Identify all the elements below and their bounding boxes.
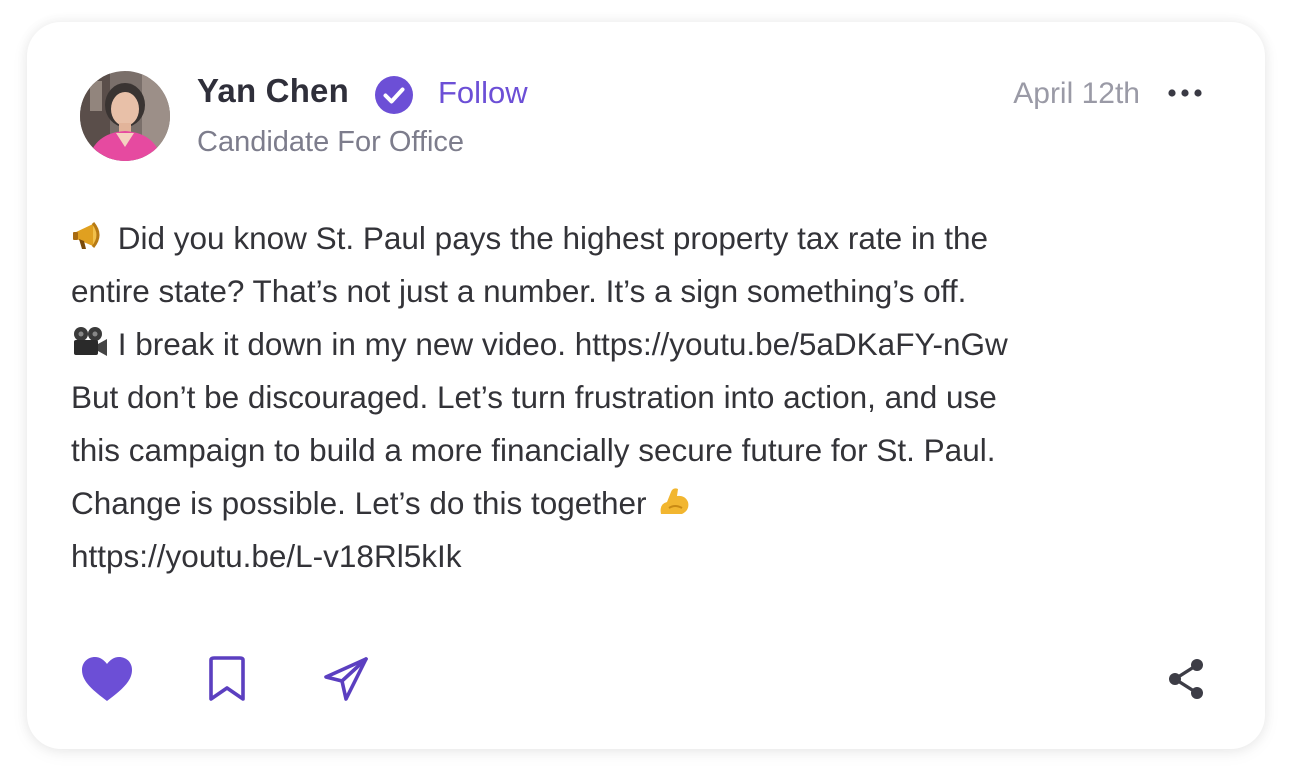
send-icon[interactable]: [322, 655, 370, 703]
flexed-biceps-icon: [660, 488, 689, 514]
post-text: this campaign to build a more financiall…: [71, 432, 996, 468]
post-text: I break it down in my new video. https:/…: [117, 326, 1008, 362]
post-line[interactable]: https://youtu.be/L-v18Rl5kIk: [71, 530, 1221, 583]
post-text: Did you know St. Paul pays the highest p…: [117, 220, 988, 256]
heart-icon[interactable]: [80, 655, 134, 703]
post-body: Did you know St. Paul pays the highest p…: [71, 212, 1221, 583]
author-name[interactable]: Yan Chen: [197, 72, 349, 110]
follow-button[interactable]: Follow: [438, 75, 528, 111]
bookmark-icon[interactable]: [206, 656, 248, 702]
verified-badge-icon: [375, 76, 413, 114]
post-line: this campaign to build a more financiall…: [71, 424, 1221, 477]
post-line: Change is possible. Let’s do this togeth…: [71, 477, 1221, 530]
megaphone-icon: [73, 222, 100, 249]
author-avatar[interactable]: [80, 71, 170, 161]
post-text: Change is possible. Let’s do this togeth…: [71, 485, 647, 521]
post-line: entire state? That’s not just a number. …: [71, 265, 1221, 318]
post-line: Did you know St. Paul pays the highest p…: [71, 212, 1221, 265]
post-text: entire state? That’s not just a number. …: [71, 273, 967, 309]
post-line: But don’t be discouraged. Let’s turn fru…: [71, 371, 1221, 424]
avatar-photo: [80, 71, 170, 161]
post-card: Yan Chen Follow Candidate For Office Apr…: [27, 22, 1265, 749]
movie-camera-icon: [74, 327, 107, 356]
post-text: But don’t be discouraged. Let’s turn fru…: [71, 379, 997, 415]
more-horizontal-icon[interactable]: [1165, 85, 1205, 101]
post-date: April 12th: [1013, 77, 1140, 110]
author-subtitle: Candidate For Office: [197, 126, 465, 158]
post-line: I break it down in my new video. https:/…: [71, 318, 1221, 371]
share-icon[interactable]: [1166, 657, 1206, 701]
post-link[interactable]: https://youtu.be/L-v18Rl5kIk: [71, 538, 461, 574]
